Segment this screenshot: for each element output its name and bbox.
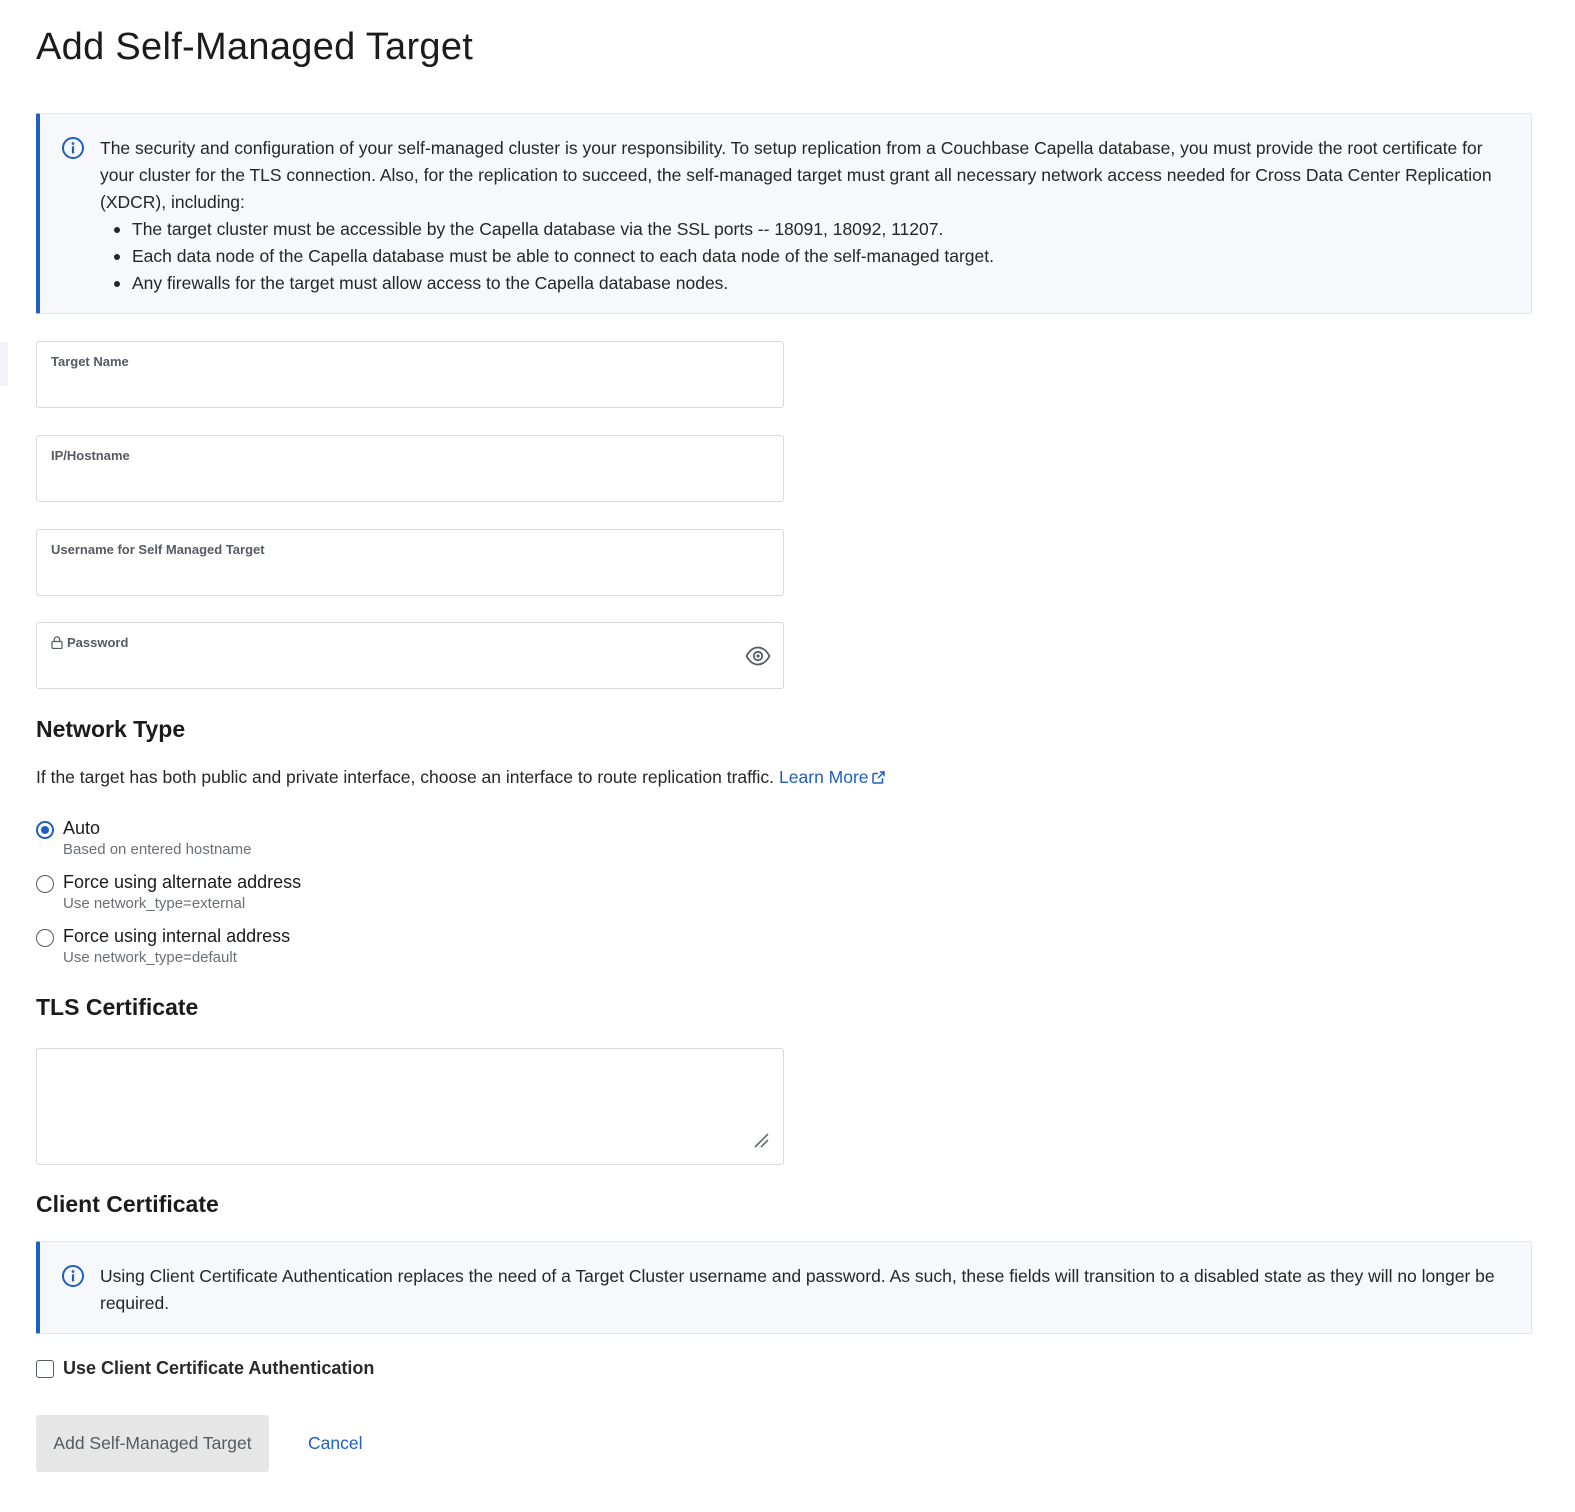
password-label: Password (67, 635, 129, 650)
radio-internal-label[interactable]: Force using internal address (63, 926, 290, 947)
edge-marker (0, 342, 8, 386)
password-label-wrap: Password (51, 635, 128, 650)
radio-alternate-button[interactable] (36, 875, 54, 893)
eye-icon[interactable] (745, 645, 771, 667)
radio-auto-button[interactable] (36, 821, 54, 839)
learn-more-label: Learn More (779, 767, 869, 787)
security-notice-list: The target cluster must be accessible by… (100, 216, 1507, 297)
list-item: Each data node of the Capella database m… (100, 243, 1507, 270)
target-name-input[interactable] (51, 375, 733, 397)
security-notice-body: The security and configuration of your s… (100, 135, 1507, 297)
cancel-button[interactable]: Cancel (298, 1415, 372, 1472)
external-link-icon (871, 771, 885, 784)
radio-internal-button[interactable] (36, 929, 54, 947)
add-target-button[interactable]: Add Self-Managed Target (36, 1415, 269, 1472)
tls-certificate-field[interactable] (36, 1048, 784, 1165)
client-certificate-checkbox-label[interactable]: Use Client Certificate Authentication (63, 1358, 374, 1379)
password-input[interactable] (51, 656, 733, 678)
info-icon (62, 137, 84, 159)
network-type-text: If the target has both public and privat… (36, 767, 775, 787)
client-certificate-notice: Using Client Certificate Authentication … (36, 1241, 1532, 1334)
hostname-input[interactable] (51, 469, 733, 491)
target-name-field[interactable]: Target Name (36, 341, 784, 408)
hostname-label: IP/Hostname (51, 448, 130, 463)
radio-internal-sub: Use network_type=default (63, 949, 237, 966)
tls-certificate-heading: TLS Certificate (36, 994, 199, 1020)
username-label: Username for Self Managed Target (51, 542, 265, 557)
password-field[interactable]: Password (36, 622, 784, 689)
lock-icon (51, 636, 63, 649)
radio-alternate-label[interactable]: Force using alternate address (63, 872, 301, 893)
tls-certificate-input[interactable] (49, 1059, 771, 1140)
hostname-field[interactable]: IP/Hostname (36, 435, 784, 502)
network-type-description: If the target has both public and privat… (36, 767, 885, 788)
client-certificate-heading: Client Certificate (36, 1191, 219, 1217)
page-title: Add Self-Managed Target (36, 26, 474, 68)
security-notice-text: The security and configuration of your s… (100, 138, 1492, 212)
resize-handle-icon[interactable] (753, 1132, 769, 1148)
radio-auto-sub: Based on entered hostname (63, 841, 252, 858)
radio-alternate-sub: Use network_type=external (63, 895, 246, 912)
add-target-page: Add Self-Managed Target The security and… (0, 0, 1575, 1512)
username-field[interactable]: Username for Self Managed Target (36, 529, 784, 596)
client-certificate-checkbox-row[interactable]: Use Client Certificate Authentication (36, 1358, 374, 1379)
target-name-label: Target Name (51, 354, 129, 369)
radio-auto-label[interactable]: Auto (63, 818, 100, 839)
client-certificate-notice-text: Using Client Certificate Authentication … (100, 1266, 1495, 1313)
client-certificate-checkbox[interactable] (36, 1359, 54, 1378)
list-item: The target cluster must be accessible by… (100, 216, 1507, 243)
list-item: Any firewalls for the target must allow … (100, 270, 1507, 297)
security-notice: The security and configuration of your s… (36, 113, 1532, 314)
learn-more-link[interactable]: Learn More (779, 767, 885, 788)
network-type-heading: Network Type (36, 716, 186, 742)
username-input[interactable] (51, 563, 733, 585)
info-icon (62, 1265, 84, 1287)
